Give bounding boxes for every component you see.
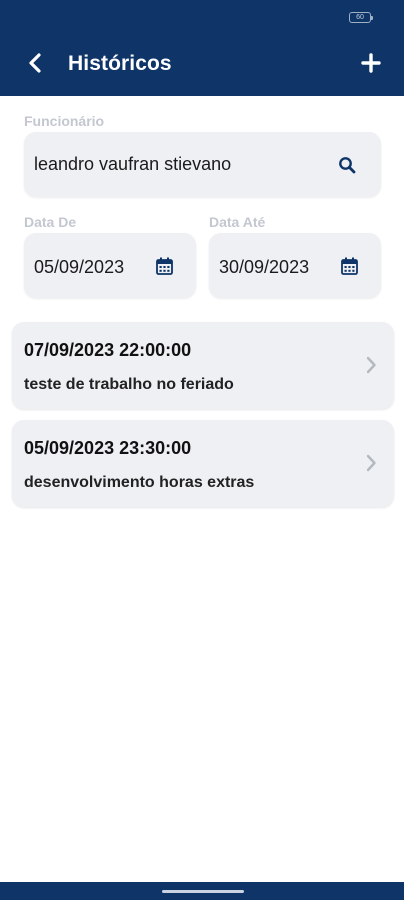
date-to-calendar-button[interactable] xyxy=(339,256,359,276)
home-indicator[interactable] xyxy=(162,890,244,893)
search-icon xyxy=(339,157,356,174)
date-from-label: Data De xyxy=(24,214,77,230)
screen: 60 Históricos Funcionário leandro vaufra… xyxy=(0,0,404,900)
date-to-label: Data Até xyxy=(209,214,266,230)
record-description: desenvolvimento horas extras xyxy=(24,474,255,491)
date-from-value: 05/09/2023 xyxy=(34,257,125,277)
chevron-left-icon xyxy=(29,53,41,73)
add-button[interactable] xyxy=(354,46,388,80)
record-description: teste de trabalho no feriado xyxy=(24,376,234,393)
record-card[interactable]: 07/09/2023 22:00:00 teste de trabalho no… xyxy=(12,322,394,409)
app-header: 60 Históricos xyxy=(0,0,404,96)
back-button[interactable] xyxy=(18,46,52,80)
date-to-field[interactable]: 30/09/2023 xyxy=(209,233,381,298)
employee-value: leandro vaufran stievano xyxy=(34,154,232,174)
battery-indicator: 60 xyxy=(349,12,373,23)
record-datetime: 05/09/2023 23:30:00 xyxy=(24,438,192,458)
employee-field[interactable]: leandro vaufran stievano xyxy=(24,132,381,197)
chevron-right-icon xyxy=(366,454,376,472)
employee-label: Funcionário xyxy=(24,113,105,129)
record-card[interactable]: 05/09/2023 23:30:00 desenvolvimento hora… xyxy=(12,420,394,507)
status-bar: 60 xyxy=(0,0,404,34)
date-from-field[interactable]: 05/09/2023 xyxy=(24,233,196,298)
system-nav-bar xyxy=(0,882,404,900)
page-title: Históricos xyxy=(68,52,172,75)
date-to-value: 30/09/2023 xyxy=(219,257,310,277)
employee-search-button[interactable] xyxy=(336,154,358,176)
calendar-icon xyxy=(155,257,173,275)
calendar-icon xyxy=(340,257,358,275)
record-datetime: 07/09/2023 22:00:00 xyxy=(24,340,192,360)
chevron-right-icon xyxy=(366,356,376,374)
plus-icon xyxy=(361,53,381,73)
date-from-calendar-button[interactable] xyxy=(154,256,174,276)
